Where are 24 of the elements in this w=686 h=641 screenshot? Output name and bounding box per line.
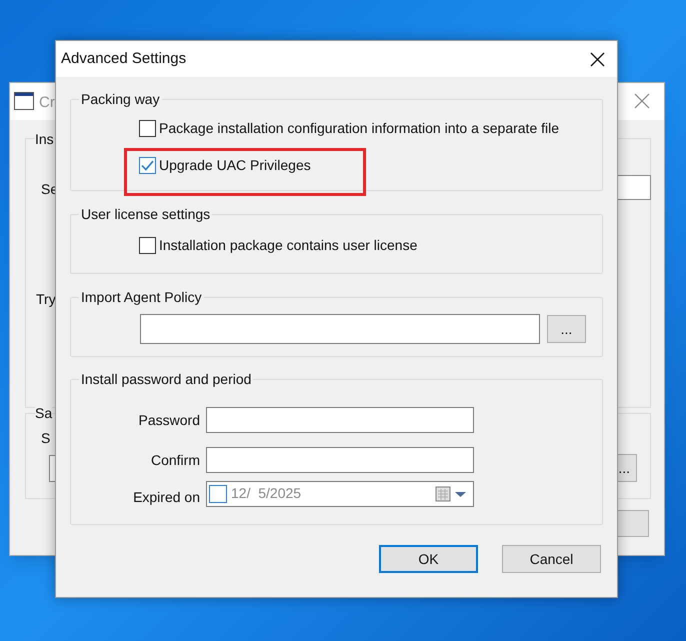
checkmark-icon <box>141 160 154 171</box>
checkbox[interactable] <box>139 157 156 174</box>
checkbox[interactable] <box>139 237 156 254</box>
field-label: Password <box>138 410 200 430</box>
password-field[interactable] <box>206 407 474 433</box>
dialog-button[interactable]: OK <box>379 545 478 573</box>
checkbox-label[interactable]: Upgrade UAC Privileges <box>159 155 311 176</box>
checkbox[interactable] <box>139 120 156 137</box>
field-label: Confirm <box>150 450 200 470</box>
checkbox-label[interactable]: Installation package contains user license <box>159 235 418 256</box>
field-label: S <box>41 429 50 448</box>
dialog-title: Advanced Settings <box>61 48 186 69</box>
window-title: Cr <box>39 93 55 113</box>
close-icon[interactable] <box>590 52 605 66</box>
field-label: Expired on <box>132 488 200 507</box>
confirm-field[interactable] <box>206 447 474 473</box>
window-icon <box>14 92 34 110</box>
checkbox-label[interactable]: Package installation configuration information into a separate file <box>159 118 560 139</box>
checkbox[interactable] <box>209 484 227 502</box>
path-field[interactable] <box>140 314 540 344</box>
browse-button[interactable]: ... <box>547 315 586 343</box>
dialog-button[interactable]: Cancel <box>502 545 601 573</box>
date-value: 12/ 5/2025 <box>231 484 302 503</box>
date-picker[interactable]: 12/ 5/2025 <box>206 480 474 506</box>
